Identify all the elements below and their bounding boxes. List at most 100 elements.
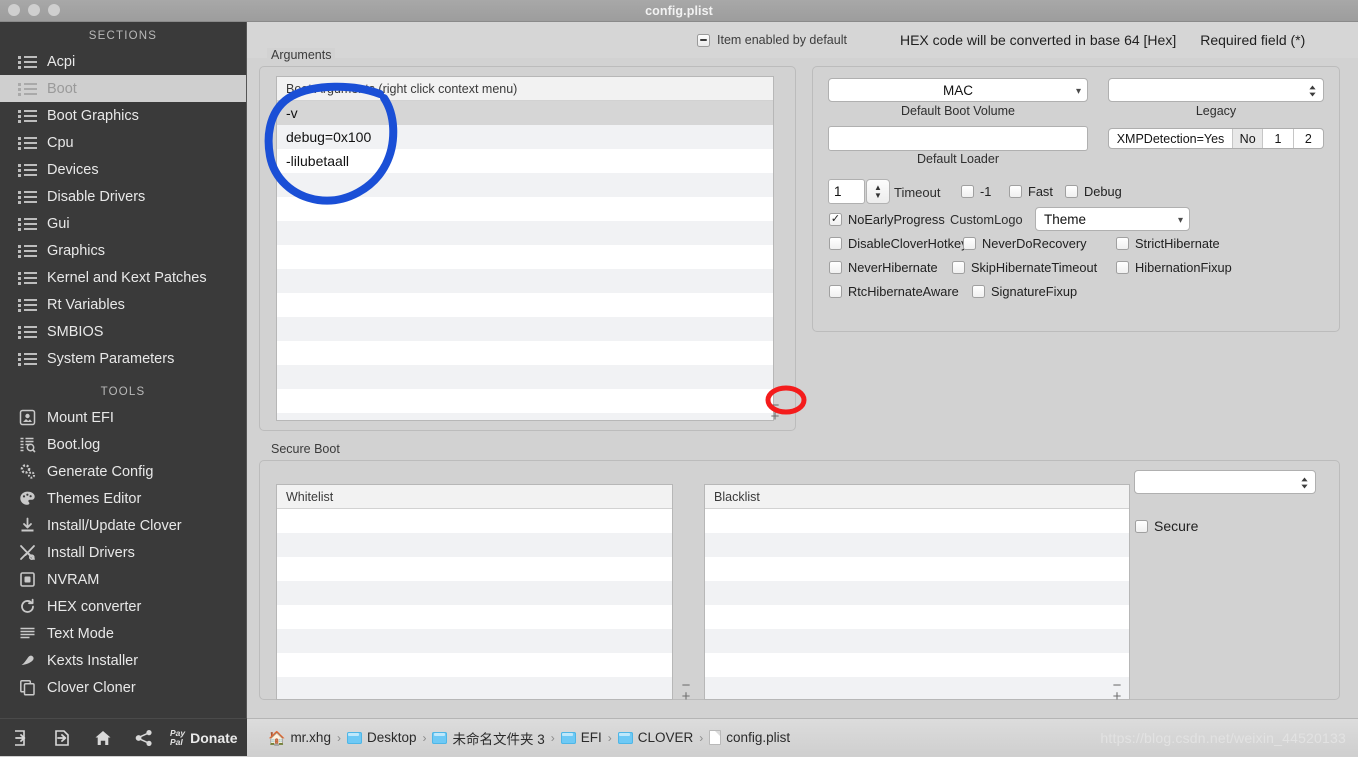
sidebar-tool-hex-converter[interactable]: HEX converter [0, 593, 246, 620]
list-item[interactable] [705, 629, 1129, 653]
sidebar-tool-install-update-clover[interactable]: Install/Update Clover [0, 512, 246, 539]
list-item[interactable] [277, 245, 773, 269]
list-item[interactable] [705, 533, 1129, 557]
sidebar-item-acpi[interactable]: Acpi [0, 48, 246, 75]
zoom-button[interactable] [48, 4, 60, 16]
xmp-detection-segmented[interactable]: XMPDetection=Yes No 1 2 [1108, 128, 1324, 149]
list-item[interactable] [277, 413, 773, 420]
checkbox-row--1[interactable]: -1 [961, 184, 991, 199]
sidebar-tool-install-drivers[interactable]: Install Drivers [0, 539, 246, 566]
list-item[interactable] [277, 269, 773, 293]
sidebar-tool-boot-log[interactable]: Boot.log [0, 431, 246, 458]
export-icon[interactable] [41, 719, 82, 757]
import-icon[interactable] [0, 719, 41, 757]
sidebar-item-graphics[interactable]: Graphics [0, 237, 246, 264]
checkbox-row-stricthibernate[interactable]: StrictHibernate [1116, 236, 1220, 251]
breadcrumb-item[interactable]: config.plist [709, 730, 790, 745]
list-item[interactable] [277, 677, 672, 699]
share-icon[interactable] [123, 719, 164, 757]
checkbox-row-debug[interactable]: Debug [1065, 184, 1122, 199]
sidebar-item-system-parameters[interactable]: System Parameters [0, 345, 246, 372]
list-item[interactable] [705, 557, 1129, 581]
checkbox-row-rtchibernateaware[interactable]: RtcHibernateAware [829, 284, 959, 299]
sidebar-tool-nvram[interactable]: NVRAM [0, 566, 246, 593]
no-early-progress-checkbox[interactable] [829, 213, 842, 226]
list-item[interactable] [277, 293, 773, 317]
stepper-down-icon[interactable]: ▼ [874, 191, 882, 200]
breadcrumb[interactable]: 🏠 mr.xhg › Desktop › 未命名文件夹 3 › EFI › CLOVER › conf… [268, 728, 790, 748]
checkbox-debug[interactable] [1065, 185, 1078, 198]
checkbox-neverdorecovery[interactable] [963, 237, 976, 250]
sidebar-tool-clover-cloner[interactable]: Clover Cloner [0, 674, 246, 701]
list-item[interactable] [277, 581, 672, 605]
sidebar-item-boot[interactable]: Boot [0, 75, 246, 102]
breadcrumb-item[interactable]: Desktop [346, 730, 416, 745]
sidebar-tool-kexts-installer[interactable]: Kexts Installer [0, 647, 246, 674]
list-item[interactable] [277, 629, 672, 653]
secure-checkbox[interactable] [1135, 519, 1148, 533]
sidebar-tool-generate-config[interactable]: Generate Config [0, 458, 246, 485]
blacklist-add-button[interactable]: + [1113, 689, 1122, 704]
checkbox-row-neverdorecovery[interactable]: NeverDoRecovery [963, 236, 1087, 251]
sidebar-tool-mount-efi[interactable]: Mount EFI [0, 404, 246, 431]
sidebar-item-smbios[interactable]: SMBIOS [0, 318, 246, 345]
list-item[interactable] [277, 317, 773, 341]
checkbox-row-signaturefixup[interactable]: SignatureFixup [972, 284, 1077, 299]
blacklist-buttons[interactable]: − + [1105, 672, 1129, 710]
list-item[interactable] [277, 557, 672, 581]
sidebar-item-cpu[interactable]: Cpu [0, 129, 246, 156]
whitelist-buttons[interactable]: − + [674, 672, 698, 710]
donate-button[interactable]: Pay Pal Donate [164, 729, 238, 746]
checkbox-row-neverhibernate[interactable]: NeverHibernate [829, 260, 938, 275]
breadcrumb-item[interactable]: CLOVER [617, 730, 693, 745]
list-item[interactable] [705, 581, 1129, 605]
blacklist-rows[interactable] [705, 509, 1129, 699]
list-item[interactable] [277, 509, 672, 533]
list-item[interactable] [277, 221, 773, 245]
checkbox-row-hibernationfixup[interactable]: HibernationFixup [1116, 260, 1232, 275]
sidebar-item-devices[interactable]: Devices [0, 156, 246, 183]
window-traffic-lights[interactable] [8, 4, 60, 16]
xmp-seg-3[interactable]: 2 [1294, 129, 1323, 148]
list-item[interactable] [277, 653, 672, 677]
sidebar-tool-text-mode[interactable]: Text Mode [0, 620, 246, 647]
breadcrumb-item[interactable]: EFI [560, 730, 602, 745]
sidebar-item-rt-variables[interactable]: Rt Variables [0, 291, 246, 318]
whitelist-add-button[interactable]: + [682, 689, 691, 704]
checkbox-rtchibernateaware[interactable] [829, 285, 842, 298]
list-item[interactable] [705, 653, 1129, 677]
xmp-seg-1[interactable]: No [1233, 129, 1264, 148]
checkbox-skiphibernatetimeout[interactable] [952, 261, 965, 274]
minimize-button[interactable] [28, 4, 40, 16]
checkbox-hibernationfixup[interactable] [1116, 261, 1129, 274]
checkbox-neverhibernate[interactable] [829, 261, 842, 274]
sidebar-tool-themes-editor[interactable]: Themes Editor [0, 485, 246, 512]
sidebar-item-disable-drivers[interactable]: Disable Drivers [0, 183, 246, 210]
home-icon[interactable] [82, 719, 123, 757]
list-item[interactable] [277, 533, 672, 557]
default-loader-input[interactable] [828, 126, 1088, 151]
list-item[interactable] [277, 173, 773, 197]
whitelist-rows[interactable] [277, 509, 672, 699]
secure-boot-policy-combo[interactable] [1134, 470, 1316, 494]
checkbox-row-disablecloverhotkeys[interactable]: DisableCloverHotkeys [829, 236, 974, 251]
list-item[interactable] [277, 341, 773, 365]
checkbox--1[interactable] [961, 185, 974, 198]
sidebar-item-gui[interactable]: Gui [0, 210, 246, 237]
secure-checkbox-row[interactable]: Secure [1135, 518, 1198, 534]
checkbox-signaturefixup[interactable] [972, 285, 985, 298]
default-boot-volume-combo[interactable]: MAC ▾ [828, 78, 1088, 102]
legacy-combo[interactable] [1108, 78, 1324, 102]
checkbox-row-skiphibernatetimeout[interactable]: SkipHibernateTimeout [952, 260, 1097, 275]
xmp-seg-0[interactable]: XMPDetection=Yes [1109, 129, 1233, 148]
boot-arguments-list[interactable]: Boot Arguments (right click context menu… [276, 76, 774, 421]
timeout-stepper[interactable]: ▲ ▼ [866, 179, 890, 204]
list-item[interactable] [277, 605, 672, 629]
list-item[interactable] [705, 677, 1129, 699]
list-item[interactable] [705, 509, 1129, 533]
blacklist-list[interactable]: Blacklist [704, 484, 1130, 700]
list-item[interactable]: -lilubetaall [277, 149, 773, 173]
boot-arguments-rows[interactable]: -v debug=0x100 -lilubetaall [277, 101, 773, 420]
timeout-input[interactable]: 1 [828, 179, 865, 204]
sidebar-item-boot-graphics[interactable]: Boot Graphics [0, 102, 246, 129]
